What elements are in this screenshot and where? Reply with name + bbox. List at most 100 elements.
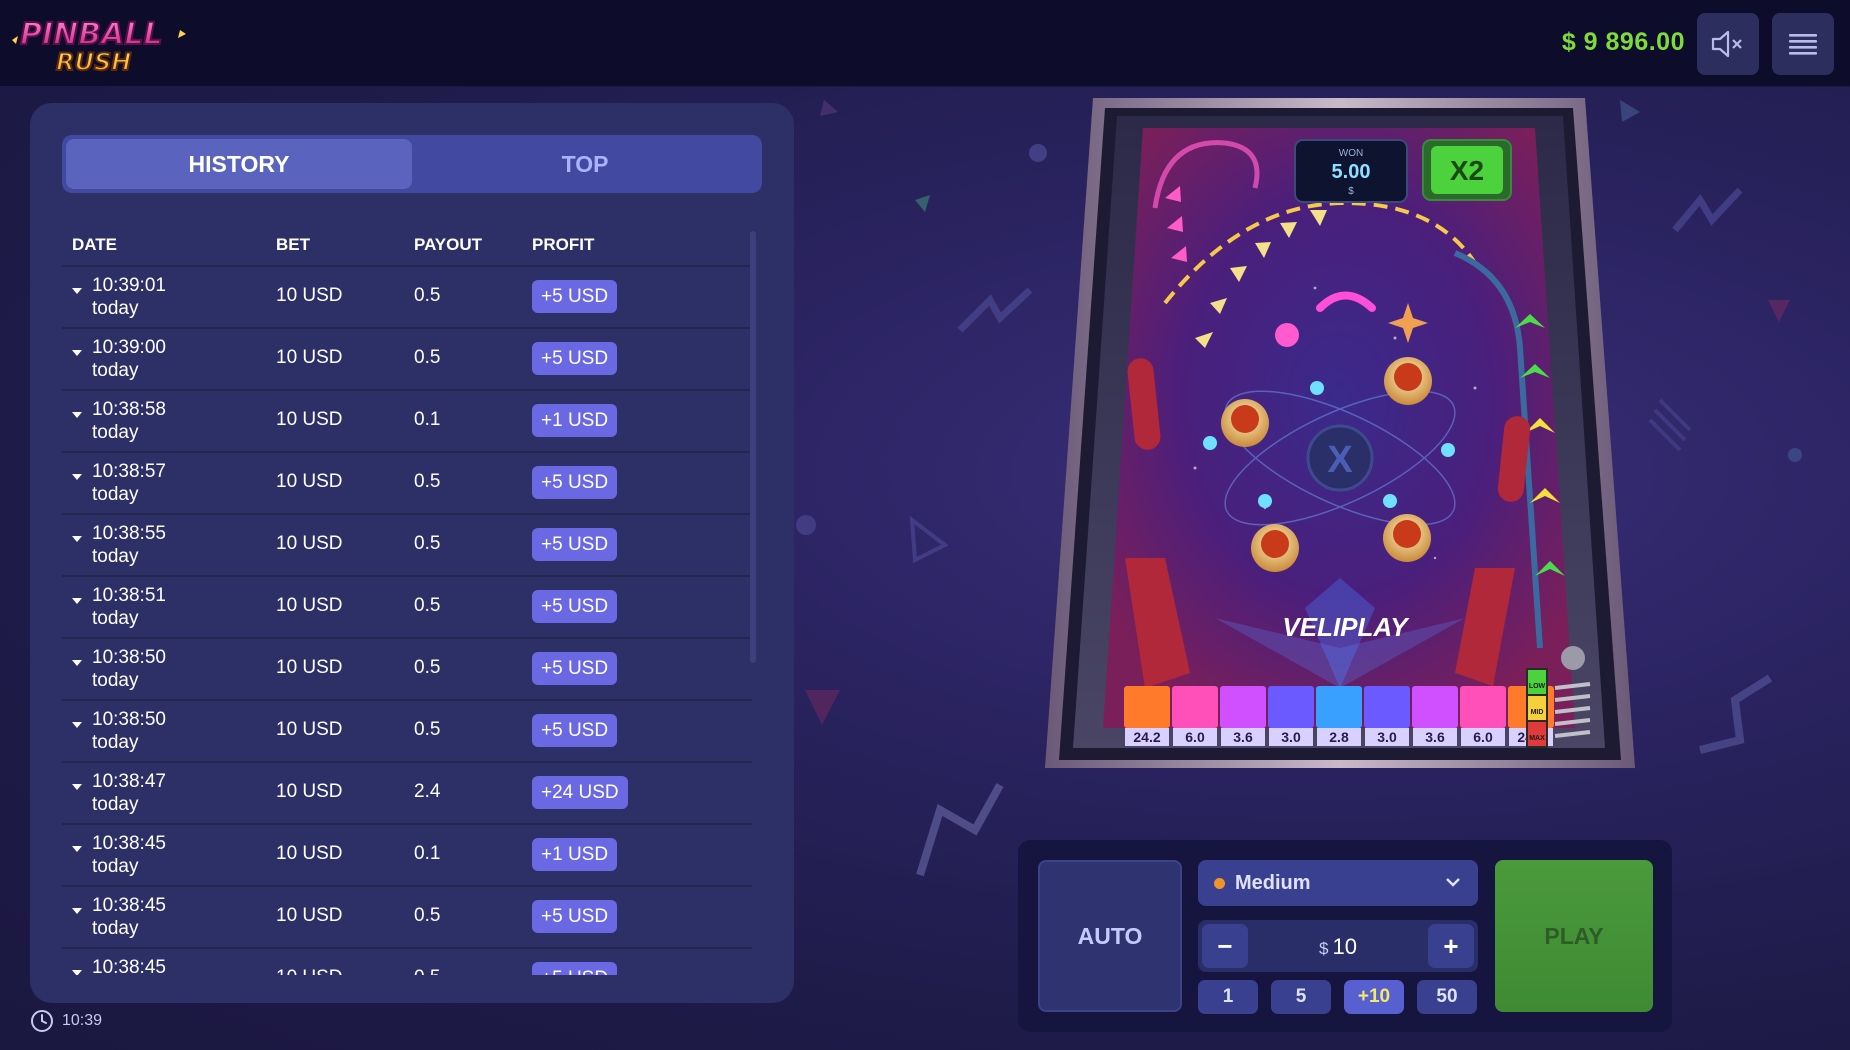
auto-button[interactable]: AUTO <box>1038 860 1182 1012</box>
table-row[interactable]: 10:38:57 today 10 USD 0.5 +5 USD <box>62 451 752 513</box>
quick-bet-button-1[interactable]: 1 <box>1198 980 1258 1014</box>
table-header: DATE BET PAYOUT PROFIT <box>72 235 772 265</box>
multiplier-slot-value: 3.6 <box>1233 729 1253 745</box>
row-bet: 10 USD <box>276 595 343 616</box>
row-payout: 0.5 <box>414 471 441 492</box>
row-time: 10:38:47 <box>92 771 166 792</box>
multiplier-slot <box>1220 686 1266 728</box>
quick-bet-button-50[interactable]: 50 <box>1417 980 1477 1014</box>
scrollbar[interactable] <box>750 231 756 663</box>
multiplier-slot <box>1316 686 1362 728</box>
column-header-bet: BET <box>276 235 310 254</box>
menu-button[interactable] <box>1772 13 1834 75</box>
row-bet: 10 USD <box>276 781 343 802</box>
row-profit-badge: +5 USD <box>532 280 618 313</box>
table-row[interactable]: 10:38:45today10 USD0.5+5 USD <box>62 947 752 975</box>
row-day: today <box>92 856 139 877</box>
bet-amount-field[interactable]: $10 <box>1258 934 1418 960</box>
mute-button[interactable] <box>1697 13 1759 75</box>
row-day: today <box>92 732 139 753</box>
risk-label-low: LOW <box>1529 683 1546 690</box>
row-time: 10:39:00 <box>92 337 166 358</box>
row-day: today <box>92 670 139 691</box>
table-row[interactable]: 10:39:00 today 10 USD 0.5 +5 USD <box>62 327 752 389</box>
multiplier-slot <box>1460 686 1506 728</box>
row-profit-badge: +5 USD <box>532 962 618 975</box>
expand-caret-icon[interactable] <box>72 412 82 418</box>
multiplier-slot-value: 2.8 <box>1329 729 1349 745</box>
expand-caret-icon[interactable] <box>72 598 82 604</box>
table-row[interactable]: 10:39:01 today 10 USD 0.5 +5 USD <box>62 265 752 327</box>
quick-bet-button-5[interactable]: 5 <box>1271 980 1331 1014</box>
column-header-payout: PAYOUT <box>414 235 483 254</box>
tab-history[interactable]: HISTORY <box>66 139 412 189</box>
risk-dropdown[interactable]: Medium <box>1198 860 1478 906</box>
row-profit-badge: +24 USD <box>532 776 628 809</box>
table-row[interactable]: 10:38:58 today 10 USD 0.1 +1 USD <box>62 389 752 451</box>
table-row[interactable]: 10:38:50 today 10 USD 0.5 +5 USD <box>62 637 752 699</box>
row-bet: 10 USD <box>276 657 343 678</box>
clock-icon <box>31 1010 53 1032</box>
row-profit-badge: +1 USD <box>532 838 618 871</box>
row-payout: 0.5 <box>414 285 441 306</box>
tab-top[interactable]: TOP <box>412 139 758 189</box>
expand-caret-icon[interactable] <box>72 970 82 975</box>
row-day: today <box>92 918 139 939</box>
brand-text: VELIPLAY <box>1282 612 1410 642</box>
row-payout: 0.5 <box>414 719 441 740</box>
row-payout: 0.5 <box>414 595 441 616</box>
expand-caret-icon[interactable] <box>72 350 82 356</box>
multiplier-slot-value: 6.0 <box>1185 729 1205 745</box>
multiplier-slot-value: 6.0 <box>1473 729 1493 745</box>
bet-amount: 10 <box>1332 934 1357 959</box>
table-row[interactable]: 10:38:51 today 10 USD 0.5 +5 USD <box>62 575 752 637</box>
row-time: 10:38:55 <box>92 523 166 544</box>
top-bar: PINBALL RUSH $ 9 896.00 <box>0 0 1850 87</box>
table-row[interactable]: 10:38:55 today 10 USD 0.5 +5 USD <box>62 513 752 575</box>
svg-text:RUSH: RUSH <box>56 48 131 76</box>
expand-caret-icon[interactable] <box>72 784 82 790</box>
play-button[interactable]: PLAY <box>1495 860 1653 1012</box>
row-payout: 2.4 <box>414 781 441 802</box>
expand-caret-icon[interactable] <box>72 536 82 542</box>
row-bet: 10 USD <box>276 471 343 492</box>
won-label: WON <box>1339 148 1363 159</box>
row-payout: 0.1 <box>414 409 441 430</box>
expand-caret-icon[interactable] <box>72 722 82 728</box>
expand-caret-icon[interactable] <box>72 908 82 914</box>
expand-caret-icon[interactable] <box>72 660 82 666</box>
decrease-bet-button[interactable]: − <box>1202 924 1248 968</box>
expand-caret-icon[interactable] <box>72 474 82 480</box>
multiplier-slot-value: 3.6 <box>1425 729 1445 745</box>
speaker-muted-icon <box>1711 30 1742 58</box>
risk-label-mid: MID <box>1531 709 1544 716</box>
row-time: 10:38:50 <box>92 709 166 730</box>
row-bet: 10 USD <box>276 967 343 975</box>
risk-indicator-dot <box>1214 877 1225 889</box>
row-time: 10:39:01 <box>92 275 166 296</box>
row-bet: 10 USD <box>276 409 343 430</box>
row-profit-badge: +5 USD <box>532 342 618 375</box>
table-row[interactable]: 10:38:47 today 10 USD 2.4 +24 USD <box>62 761 752 823</box>
table-row[interactable]: 10:38:45today10 USD0.5+5 USD <box>62 885 752 947</box>
history-panel: HISTORY TOP DATE BET PAYOUT PROFIT 10:39… <box>30 103 794 1003</box>
multiplier-slot-value: 24.2 <box>1133 729 1160 745</box>
multiplier-slot-value: 3.0 <box>1281 729 1301 745</box>
expand-caret-icon[interactable] <box>72 288 82 294</box>
row-time: 10:38:51 <box>92 585 166 606</box>
increase-bet-button[interactable]: + <box>1428 924 1474 968</box>
multiplier-slot <box>1172 686 1218 728</box>
expand-caret-icon[interactable] <box>72 846 82 852</box>
quick-bet-button-plus10[interactable]: +10 <box>1344 980 1404 1014</box>
pinball-machine[interactable]: WON 5.00 $ X2 X VELIPLAY 24.2 6.0 3.6 3.… <box>1015 88 1675 808</box>
row-bet: 10 USD <box>276 285 343 306</box>
table-row[interactable]: 10:38:45 today 10 USD 0.1 +1 USD <box>62 823 752 885</box>
row-time: 10:38:45 <box>92 957 166 975</box>
row-profit-badge: +5 USD <box>532 714 618 747</box>
row-day: today <box>92 794 139 815</box>
hamburger-icon <box>1789 34 1817 55</box>
risk-label-max: MAX <box>1529 735 1545 742</box>
row-day: today <box>92 608 139 629</box>
row-day: today <box>92 298 139 319</box>
table-row[interactable]: 10:38:50 today 10 USD 0.5 +5 USD <box>62 699 752 761</box>
